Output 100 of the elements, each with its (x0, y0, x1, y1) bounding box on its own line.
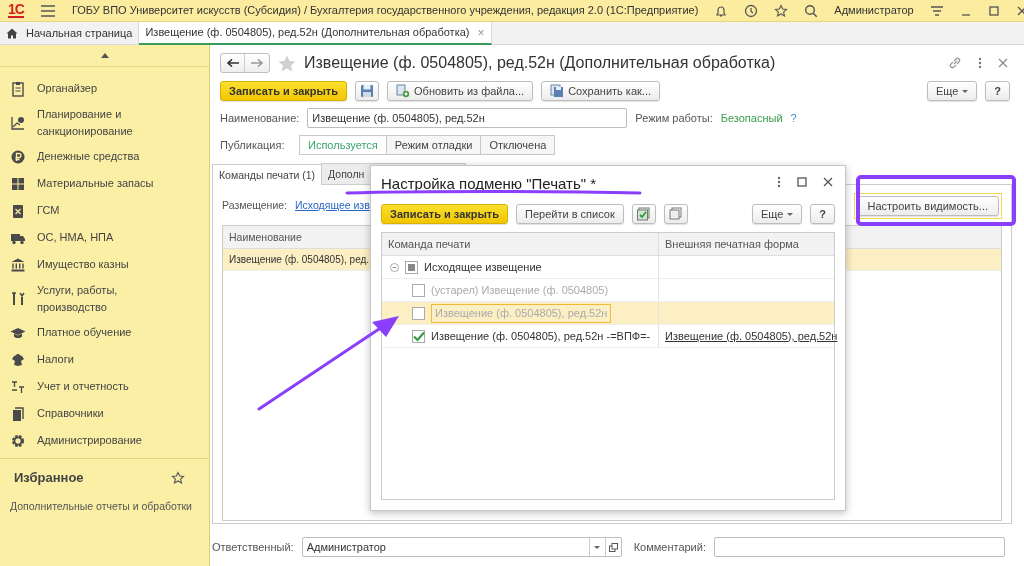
field-label: Наименование: (220, 110, 300, 126)
sidebar-item[interactable]: Материальные запасы (37, 175, 154, 192)
sidebar-item[interactable]: Учет и отчетность (37, 378, 129, 395)
caret-icon (962, 89, 969, 93)
save-and-close-button[interactable]: Записать и закрыть (220, 81, 348, 101)
maximize-icon[interactable] (987, 4, 1000, 17)
comment-field[interactable] (713, 537, 1005, 557)
help-button[interactable]: ? (985, 81, 1010, 101)
coin-icon (10, 148, 26, 165)
field-label: Режим работы: (635, 110, 713, 126)
name-field[interactable]: Извещение (ф. 0504805), ред.52н (307, 108, 628, 128)
emblem-icon (10, 351, 26, 368)
mode-value: Безопасный (720, 110, 783, 126)
sidebar-item[interactable]: Имущество казны (37, 256, 129, 273)
column-header: Внешняя печатная форма (664, 237, 800, 252)
sidebar-item[interactable]: ОС, НМА, НПА (37, 229, 114, 246)
collapse-icon[interactable] (390, 262, 399, 272)
close-icon[interactable] (998, 58, 1008, 68)
help-link[interactable]: ? (790, 109, 797, 127)
check-all-icon (635, 206, 652, 222)
floppy-copy-icon (550, 84, 565, 98)
open-window-icon (608, 542, 618, 552)
command-label[interactable]: Извещение (ф. 0504805), ред.52н -=ВПФ=- (431, 327, 651, 345)
file-refresh-icon (396, 84, 411, 98)
favorite-star-icon[interactable] (278, 54, 296, 72)
form-tab[interactable]: Команды печати (1) (212, 164, 323, 185)
tools-icon (10, 290, 26, 307)
history-icon[interactable] (744, 3, 759, 18)
checkbox[interactable] (412, 329, 425, 343)
dialog-title: Настройка подменю "Печать" * (381, 176, 597, 192)
group-label[interactable]: Исходящее извещение (424, 258, 542, 276)
ledger-icon (10, 378, 26, 395)
grid-icon (10, 175, 26, 192)
maximize-icon[interactable] (797, 177, 807, 187)
user-name[interactable]: Администратор (834, 2, 914, 19)
toolbar-button[interactable]: Обновить из файла... (387, 81, 534, 101)
checkmark-icon (412, 330, 425, 342)
clipboard-icon (10, 80, 26, 97)
help-button[interactable]: ? (810, 204, 835, 224)
sidebar-item[interactable]: Планирование и санкционирование (37, 106, 147, 139)
window-tab[interactable]: Извещение (ф. 0504805), ред.52н (Дополнительная обработка) × (139, 22, 492, 45)
floppy-icon (359, 83, 376, 99)
sidebar-item[interactable]: Налоги (37, 351, 74, 368)
books-icon (10, 405, 26, 422)
close-icon[interactable] (823, 177, 833, 187)
uncheck-all-button[interactable] (663, 204, 688, 224)
favorite-link[interactable]: Дополнительные отчеты и обработки (10, 499, 192, 512)
field-label: Ответственный: (212, 539, 294, 555)
star-icon[interactable] (774, 3, 789, 18)
chart-icon (10, 114, 26, 131)
save-and-close-button[interactable]: Записать и закрыть (381, 204, 509, 224)
segment-option[interactable]: Режим отладки (385, 135, 482, 155)
more-icon[interactable] (978, 57, 982, 69)
home-icon (6, 28, 18, 39)
column-header: Команда печати (382, 233, 659, 255)
forward-arrow-icon (251, 59, 263, 67)
search-icon[interactable] (804, 3, 819, 18)
sidebar-item[interactable]: Платное обучение (37, 324, 132, 341)
sidebar-item[interactable]: Услуги, работы, производство (37, 282, 147, 315)
close-icon[interactable] (1015, 4, 1024, 17)
responsible-field[interactable]: Администратор (301, 537, 622, 557)
sidebar-item[interactable]: Справочники (37, 405, 104, 422)
logo[interactable]: 1С (8, 3, 24, 18)
field-label: Размещение: (222, 198, 288, 214)
toolbar-button[interactable]: Сохранить как... (541, 81, 661, 101)
sidebar-item[interactable]: Денежные средства (37, 148, 140, 165)
segment-option[interactable]: Отключена (480, 135, 556, 155)
menu-icon[interactable] (39, 3, 56, 18)
back-arrow-icon (226, 59, 239, 67)
window-title: ГОБУ ВПО Университет искусств (Субсидия) / Бухгалтерия государственного учреждения, редакция 2.0 (1С:Предприятие) (71, 3, 699, 19)
placement-link[interactable]: Исходящее изв (295, 198, 370, 214)
field-label: Комментарий: (633, 539, 706, 555)
bank-icon (10, 256, 26, 273)
more-button[interactable]: Еще (751, 204, 803, 224)
table-cell[interactable]: Извещение (ф. 0504805), ред. (229, 254, 370, 265)
form-title: Извещение (ф. 0504805), ред.52н (Дополнительная обработка) (304, 53, 777, 73)
more-icon[interactable] (777, 176, 781, 188)
scroll-up-icon[interactable] (100, 53, 109, 58)
open-button[interactable] (604, 538, 621, 556)
sidebar-item[interactable]: Органайзер (37, 80, 98, 97)
caret-icon (787, 212, 794, 216)
star-icon[interactable] (171, 470, 185, 485)
print-form-link[interactable]: Извещение (ф. 0504805), ред.52н (665, 327, 838, 345)
sidebar-item[interactable]: ГСМ (37, 202, 60, 219)
favorites-heading: Избранное (14, 469, 84, 487)
check-all-button[interactable] (631, 204, 656, 224)
gear-icon (10, 432, 26, 449)
more-button[interactable]: Еще (926, 81, 978, 101)
uncheck-all-icon (667, 206, 684, 222)
bell-icon[interactable] (714, 3, 729, 18)
settings-icon[interactable] (929, 3, 944, 18)
checkbox[interactable] (405, 260, 418, 274)
field-label: Публикация: (220, 137, 286, 153)
link-icon[interactable] (948, 56, 962, 70)
checkbox[interactable] (412, 283, 425, 297)
floppy-button[interactable] (355, 81, 380, 101)
canister-icon (10, 202, 26, 219)
toolbar-button[interactable]: Перейти в список (516, 204, 624, 224)
sidebar-item[interactable]: Администрирование (37, 432, 142, 449)
checkbox[interactable] (412, 306, 425, 320)
